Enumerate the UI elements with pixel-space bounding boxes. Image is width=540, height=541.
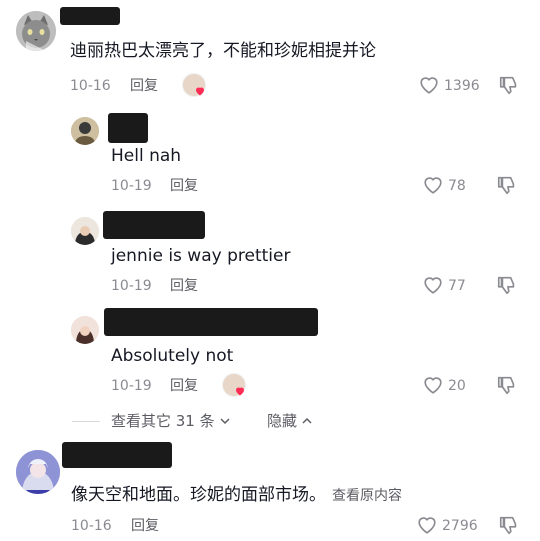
thread-divider <box>72 421 100 422</box>
see-original-link[interactable]: 查看原内容 <box>332 485 402 505</box>
commenter-avatar[interactable] <box>16 450 60 494</box>
comment-text: 像天空和地面。珍妮的面部市场。 <box>71 485 326 505</box>
heart-badge-icon <box>236 387 244 396</box>
thumbs-down-icon <box>499 516 517 535</box>
heart-outline-icon <box>424 177 442 194</box>
hide-replies-button[interactable]: 隐藏 <box>267 411 313 431</box>
reply-text: jennie is way prettier <box>111 246 291 266</box>
reply-button[interactable]: 回复 <box>170 177 198 195</box>
commenter-avatar[interactable] <box>16 11 56 51</box>
hide-label: 隐藏 <box>267 412 298 430</box>
heart-outline-icon <box>424 277 442 294</box>
username-redacted <box>62 442 172 468</box>
like-button[interactable] <box>422 374 444 396</box>
reply-button[interactable]: 回复 <box>170 277 198 295</box>
username-redacted <box>60 7 120 25</box>
thumbs-down-icon <box>497 376 515 395</box>
username-redacted <box>103 211 205 239</box>
like-count: 2796 <box>442 518 478 534</box>
chevron-up-icon <box>302 417 312 424</box>
person-avatar-icon <box>71 316 99 344</box>
username-redacted <box>108 113 148 143</box>
anime-avatar-icon <box>16 450 60 494</box>
username-redacted <box>104 308 318 336</box>
replier-avatar[interactable] <box>71 117 99 145</box>
reply-text: Hell nah <box>111 146 182 166</box>
heart-outline-icon <box>420 77 438 94</box>
like-count: 20 <box>448 378 466 394</box>
view-more-label: 查看其它 31 条 <box>111 412 215 430</box>
like-button[interactable] <box>422 274 444 296</box>
thumbs-down-icon <box>497 276 515 295</box>
person-avatar-icon <box>71 117 99 145</box>
reply-date: 10-19 <box>111 178 152 194</box>
comment-content: 像天空和地面。珍妮的面部市场。 查看原内容 <box>71 484 402 506</box>
thumbs-down-icon <box>499 76 517 95</box>
dislike-button[interactable] <box>498 514 520 536</box>
heart-badge-icon <box>196 87 204 96</box>
replier-avatar[interactable] <box>71 217 99 245</box>
like-count: 77 <box>448 278 466 294</box>
view-more-replies-button[interactable]: 查看其它 31 条 <box>111 411 231 431</box>
reply-text: Absolutely not <box>111 346 234 366</box>
thumbs-down-icon <box>497 176 515 195</box>
dislike-button[interactable] <box>496 174 518 196</box>
comment-text: 迪丽热巴太漂亮了，不能和珍妮相提并论 <box>70 41 376 61</box>
like-button[interactable] <box>416 514 438 536</box>
reply-date: 10-19 <box>111 378 152 394</box>
heart-outline-icon <box>418 517 436 534</box>
like-button[interactable] <box>418 74 440 96</box>
reply-button[interactable]: 回复 <box>130 77 158 95</box>
comment-date: 10-16 <box>70 78 111 94</box>
cat-avatar-icon <box>16 11 56 51</box>
reply-button[interactable]: 回复 <box>170 377 198 395</box>
creator-liked-badge <box>182 73 208 97</box>
person-avatar-icon <box>71 217 99 245</box>
dislike-button[interactable] <box>496 374 518 396</box>
dislike-button[interactable] <box>498 74 520 96</box>
dislike-button[interactable] <box>496 274 518 296</box>
heart-outline-icon <box>424 377 442 394</box>
like-count: 1396 <box>444 78 480 94</box>
reply-date: 10-19 <box>111 278 152 294</box>
like-button[interactable] <box>422 174 444 196</box>
replier-avatar[interactable] <box>71 316 99 344</box>
chevron-down-icon <box>220 418 230 425</box>
comment-date: 10-16 <box>71 518 112 534</box>
like-count: 78 <box>448 178 466 194</box>
creator-liked-badge <box>222 373 248 397</box>
reply-button[interactable]: 回复 <box>131 517 159 535</box>
